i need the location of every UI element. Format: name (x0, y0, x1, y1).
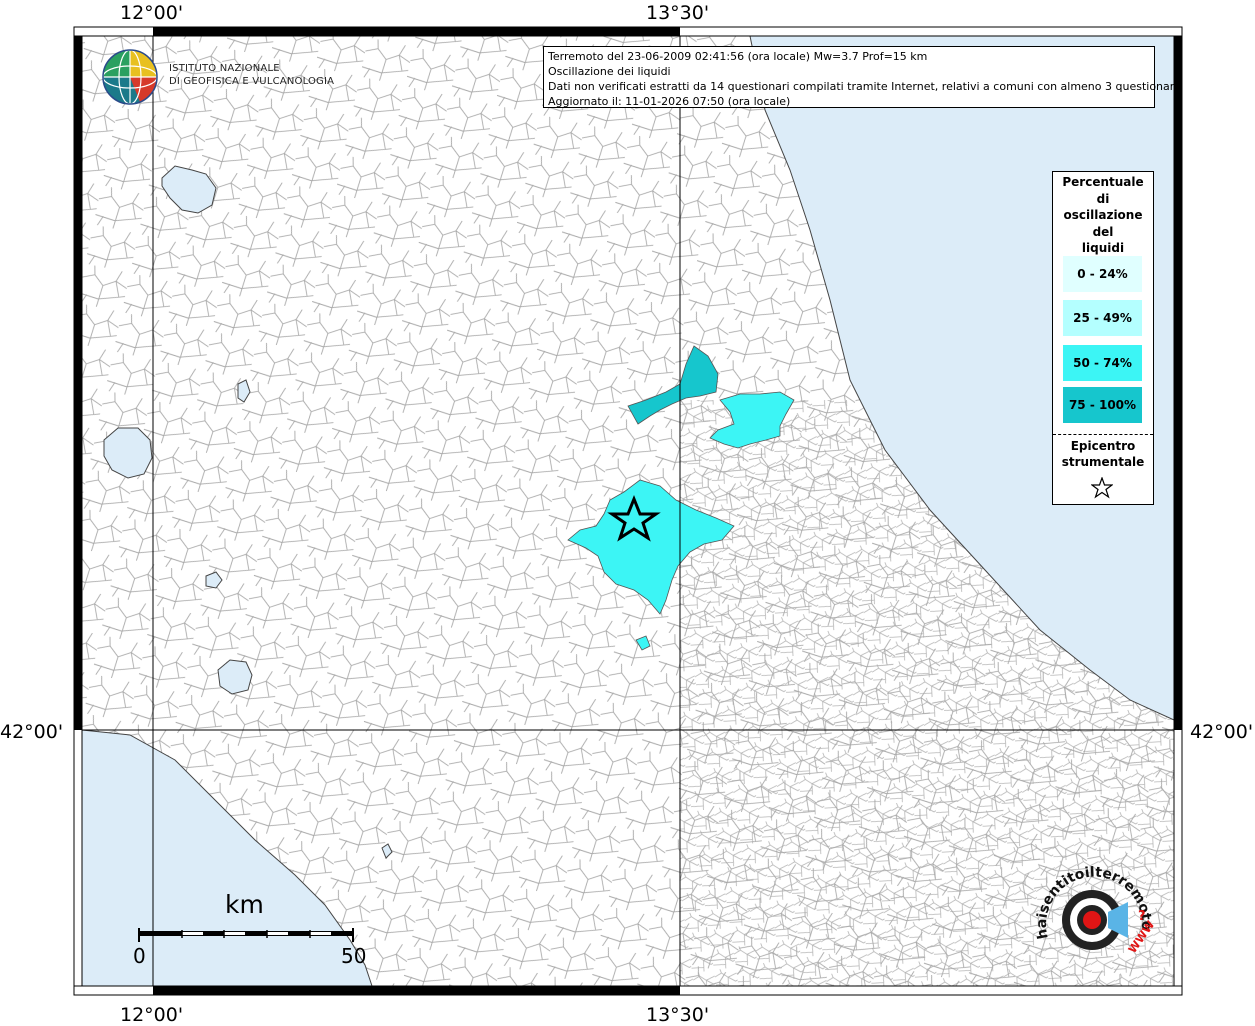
lat-label-left: 42°00' (0, 721, 64, 743)
svg-text:WWW: WWW (1126, 918, 1158, 955)
ingv-name: ISTITUTO NAZIONALE DI GEOFISICA E VULCAN… (169, 63, 335, 87)
event-line: Terremoto del 23-06-2009 02:41:56 (ora l… (548, 50, 928, 63)
updated-line: Aggiornato il: 11-01-2026 07:50 (ora loc… (548, 95, 791, 108)
lon-label-bottom-right: 13°30' (646, 1004, 710, 1026)
lon-label-top-left: 12°00' (120, 2, 184, 24)
legend-item-25-49: 25 - 49% (1063, 300, 1142, 336)
frame-left-black (74, 36, 82, 730)
svg-text:?: ? (1138, 909, 1146, 924)
legend-divider (1053, 434, 1153, 435)
topic-line: Oscillazione dei liquidi (548, 65, 671, 78)
frame-bottom-black (153, 986, 680, 995)
lon-label-top-right: 13°30' (646, 2, 710, 24)
legend-title: Percentuale di oscillazione del liquidi (1062, 175, 1144, 255)
ingv-globe-icon (102, 49, 158, 105)
legend-item-50-74: 50 - 74% (1063, 345, 1142, 381)
source-line: Dati non verificati estratti da 14 quest… (548, 80, 1181, 93)
scale-end: 50 (341, 944, 367, 968)
frame-top-black (153, 27, 680, 36)
scale-start: 0 (133, 944, 146, 968)
frame-right-black (1174, 36, 1182, 730)
scale-unit: km (225, 890, 264, 919)
hst-logo-icon: haisentitoilterremoto.it WWW ? (1030, 860, 1158, 956)
legend: Percentuale di oscillazione del liquidi … (1052, 171, 1154, 505)
lat-label-right: 42°00' (1190, 721, 1254, 743)
legend-star-icon (1091, 477, 1113, 499)
event-info-box: Terremoto del 23-06-2009 02:41:56 (ora l… (543, 46, 1181, 108)
legend-item-75-100: 75 - 100% (1063, 387, 1142, 423)
legend-epicenter-label: Epicentro strumentale (1061, 439, 1145, 469)
legend-item-0-24: 0 - 24% (1063, 256, 1142, 292)
lon-label-bottom-left: 12°00' (120, 1004, 184, 1026)
